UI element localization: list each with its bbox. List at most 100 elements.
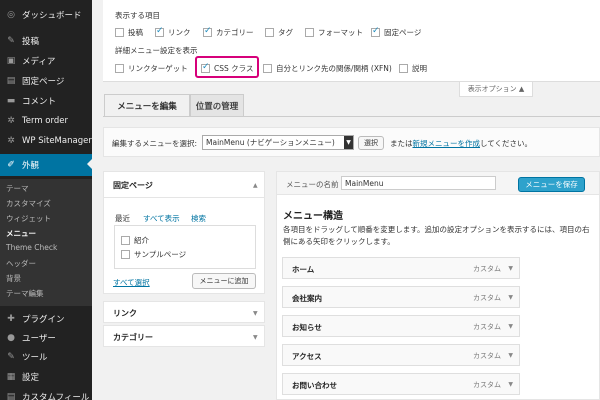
submenu-item-theme-editor[interactable]: テーマ編集 — [6, 288, 44, 299]
checkbox[interactable] — [115, 64, 124, 73]
checkbox[interactable] — [155, 26, 164, 37]
checkbox-description[interactable]: 説明 — [399, 63, 427, 74]
sidebar-item-wp-sitemanager[interactable]: ✲ WP SiteManager — [0, 130, 92, 151]
submenu-item-header[interactable]: ヘッダー — [6, 258, 36, 269]
sidebar-item-settings[interactable]: ▦ 設定 — [0, 366, 92, 387]
links-box-title[interactable]: リンク — [113, 308, 137, 319]
checkbox-tags[interactable]: タグ — [265, 27, 293, 38]
advanced-settings-heading: 詳細メニュー設定を表示 — [115, 46, 198, 55]
tab-view-all[interactable]: すべて表示 — [143, 213, 180, 224]
appearance-submenu: テーマ カスタマイズ ウィジェット メニュー Theme Check ヘッダー … — [0, 179, 92, 306]
checkbox-categories[interactable]: カテゴリー — [203, 26, 254, 38]
menu-item-type: カスタム — [473, 381, 501, 389]
screen-options-toggle[interactable]: 表示オプション ▲ — [459, 82, 533, 97]
checkbox-posts[interactable]: 投稿 — [115, 27, 143, 38]
comment-icon: ▬ — [6, 95, 16, 106]
sidebar-item-plugins[interactable]: ✚ プラグイン — [0, 308, 92, 329]
gear-icon: ✲ — [7, 115, 15, 126]
show-items-heading: 表示する項目 — [115, 11, 160, 20]
css-class-highlight — [195, 56, 259, 78]
menu-item[interactable]: ホーム カスタム ▼ — [282, 257, 520, 279]
chevron-down-icon[interactable]: ▼ — [344, 136, 353, 149]
pages-box-title[interactable]: 固定ページ — [113, 180, 153, 191]
expand-arrow-icon[interactable]: ▼ — [508, 294, 513, 301]
divider — [104, 197, 264, 198]
categories-box-title[interactable]: カテゴリー — [113, 332, 153, 343]
submenu-item-widgets[interactable]: ウィジェット — [6, 213, 51, 224]
page-item-sample[interactable]: サンプルページ — [121, 249, 186, 260]
sidebar-item-label: カスタムフィール — [22, 392, 90, 400]
menu-item-title: アクセス — [292, 352, 322, 361]
sidebar-item-media[interactable]: ▣ メディア — [0, 50, 92, 71]
custom-field-icon: ▤ — [6, 391, 16, 400]
active-indicator — [87, 159, 92, 169]
checkbox[interactable] — [371, 26, 380, 37]
sidebar-item-tools[interactable]: ✎ ツール — [0, 346, 92, 367]
menu-name-input[interactable]: MainMenu — [341, 176, 496, 190]
tab-most-recent[interactable]: 最近 — [115, 213, 130, 224]
menu-item-type: カスタム — [473, 265, 501, 273]
select-all-link[interactable]: すべて選択 — [113, 277, 150, 288]
checkbox[interactable] — [305, 28, 314, 37]
checkbox-links[interactable]: リンク — [155, 26, 191, 38]
collapse-arrow-icon[interactable]: ▲ — [253, 182, 258, 189]
menu-item-title: お知らせ — [292, 323, 322, 332]
select-menu-button[interactable]: 選択 — [358, 136, 384, 150]
sidebar-item-label: メディア — [22, 56, 56, 67]
create-menu-link[interactable]: 新規メニューを作成 — [413, 139, 481, 148]
menu-item[interactable]: お知らせ カスタム ▼ — [282, 315, 520, 337]
checkbox-pages[interactable]: 固定ページ — [371, 26, 421, 38]
sidebar-item-label: 設定 — [22, 372, 40, 383]
menu-select[interactable]: MainMenu (ナビゲーションメニュー) ▼ — [202, 135, 354, 150]
checkbox[interactable] — [121, 250, 130, 259]
sidebar-item-posts[interactable]: ✎ 投稿 — [0, 30, 92, 51]
checkbox[interactable] — [203, 26, 212, 37]
sidebar-item-label: WP SiteManager — [22, 135, 92, 146]
checkbox[interactable] — [399, 64, 408, 73]
page-item-about[interactable]: 紹介 — [121, 235, 149, 246]
checkbox[interactable] — [121, 236, 130, 245]
checkbox[interactable] — [263, 64, 272, 73]
submenu-item-customize[interactable]: カスタマイズ — [6, 198, 51, 209]
sidebar-item-appearance[interactable]: ✐ 外観 — [0, 154, 92, 176]
menu-item-title: ホーム — [292, 265, 315, 274]
sidebar-item-comments[interactable]: ▬ コメント — [0, 90, 92, 111]
gear-icon: ✲ — [7, 135, 15, 146]
sidebar-item-dashboard[interactable]: ◎ ダッシュボード — [0, 4, 92, 25]
tab-search[interactable]: 検索 — [191, 213, 206, 224]
create-menu-text: または新規メニューを作成してください。 — [390, 139, 533, 148]
menu-item-title: お問い合わせ — [292, 381, 337, 390]
checkbox-xfn[interactable]: 自分とリンク先の関係/関柄 (XFN) — [263, 63, 392, 74]
expand-arrow-icon[interactable]: ▼ — [508, 352, 513, 359]
sidebar-item-term-order[interactable]: ✲ Term order — [0, 110, 92, 131]
dashboard-icon: ◎ — [7, 9, 15, 20]
settings-icon: ▦ — [6, 371, 16, 382]
sidebar-item-custom-fields[interactable]: ▤ カスタムフィール — [0, 386, 92, 400]
submenu-item-menus[interactable]: メニュー — [6, 228, 36, 239]
add-to-menu-button[interactable]: メニューに追加 — [192, 273, 256, 289]
expand-arrow-icon[interactable]: ▼ — [508, 265, 513, 272]
save-menu-button[interactable]: メニューを保存 — [518, 177, 585, 192]
sidebar-item-pages[interactable]: ▤ 固定ページ — [0, 70, 92, 91]
expand-arrow-icon[interactable]: ▼ — [508, 381, 513, 388]
checkbox-formats[interactable]: フォーマット — [305, 27, 363, 38]
submenu-item-theme-check[interactable]: Theme Check — [6, 243, 57, 252]
expand-arrow-icon[interactable]: ▼ — [253, 334, 258, 341]
menu-item[interactable]: 会社案内 カスタム ▼ — [282, 286, 520, 308]
menu-item-type: カスタム — [473, 323, 501, 331]
submenu-item-background[interactable]: 背景 — [6, 273, 21, 284]
sidebar-item-users[interactable]: ● ユーザー — [0, 327, 92, 348]
wrench-icon: ✎ — [7, 351, 15, 362]
checkbox[interactable] — [115, 28, 124, 37]
checkbox-link-target[interactable]: リンクターゲット — [115, 63, 188, 74]
expand-arrow-icon[interactable]: ▼ — [253, 310, 258, 317]
expand-arrow-icon[interactable]: ▼ — [508, 323, 513, 330]
menu-item[interactable]: アクセス カスタム ▼ — [282, 344, 520, 366]
tab-edit-menus[interactable]: メニューを編集 — [104, 94, 190, 116]
select-menu-label: 編集するメニューを選択: — [112, 139, 198, 148]
checkbox[interactable] — [265, 28, 274, 37]
submenu-item-themes[interactable]: テーマ — [6, 183, 29, 194]
tab-manage-locations[interactable]: 位置の管理 — [190, 94, 244, 116]
sidebar-item-label: ツール — [22, 352, 48, 363]
menu-item[interactable]: お問い合わせ カスタム ▼ — [282, 373, 520, 395]
